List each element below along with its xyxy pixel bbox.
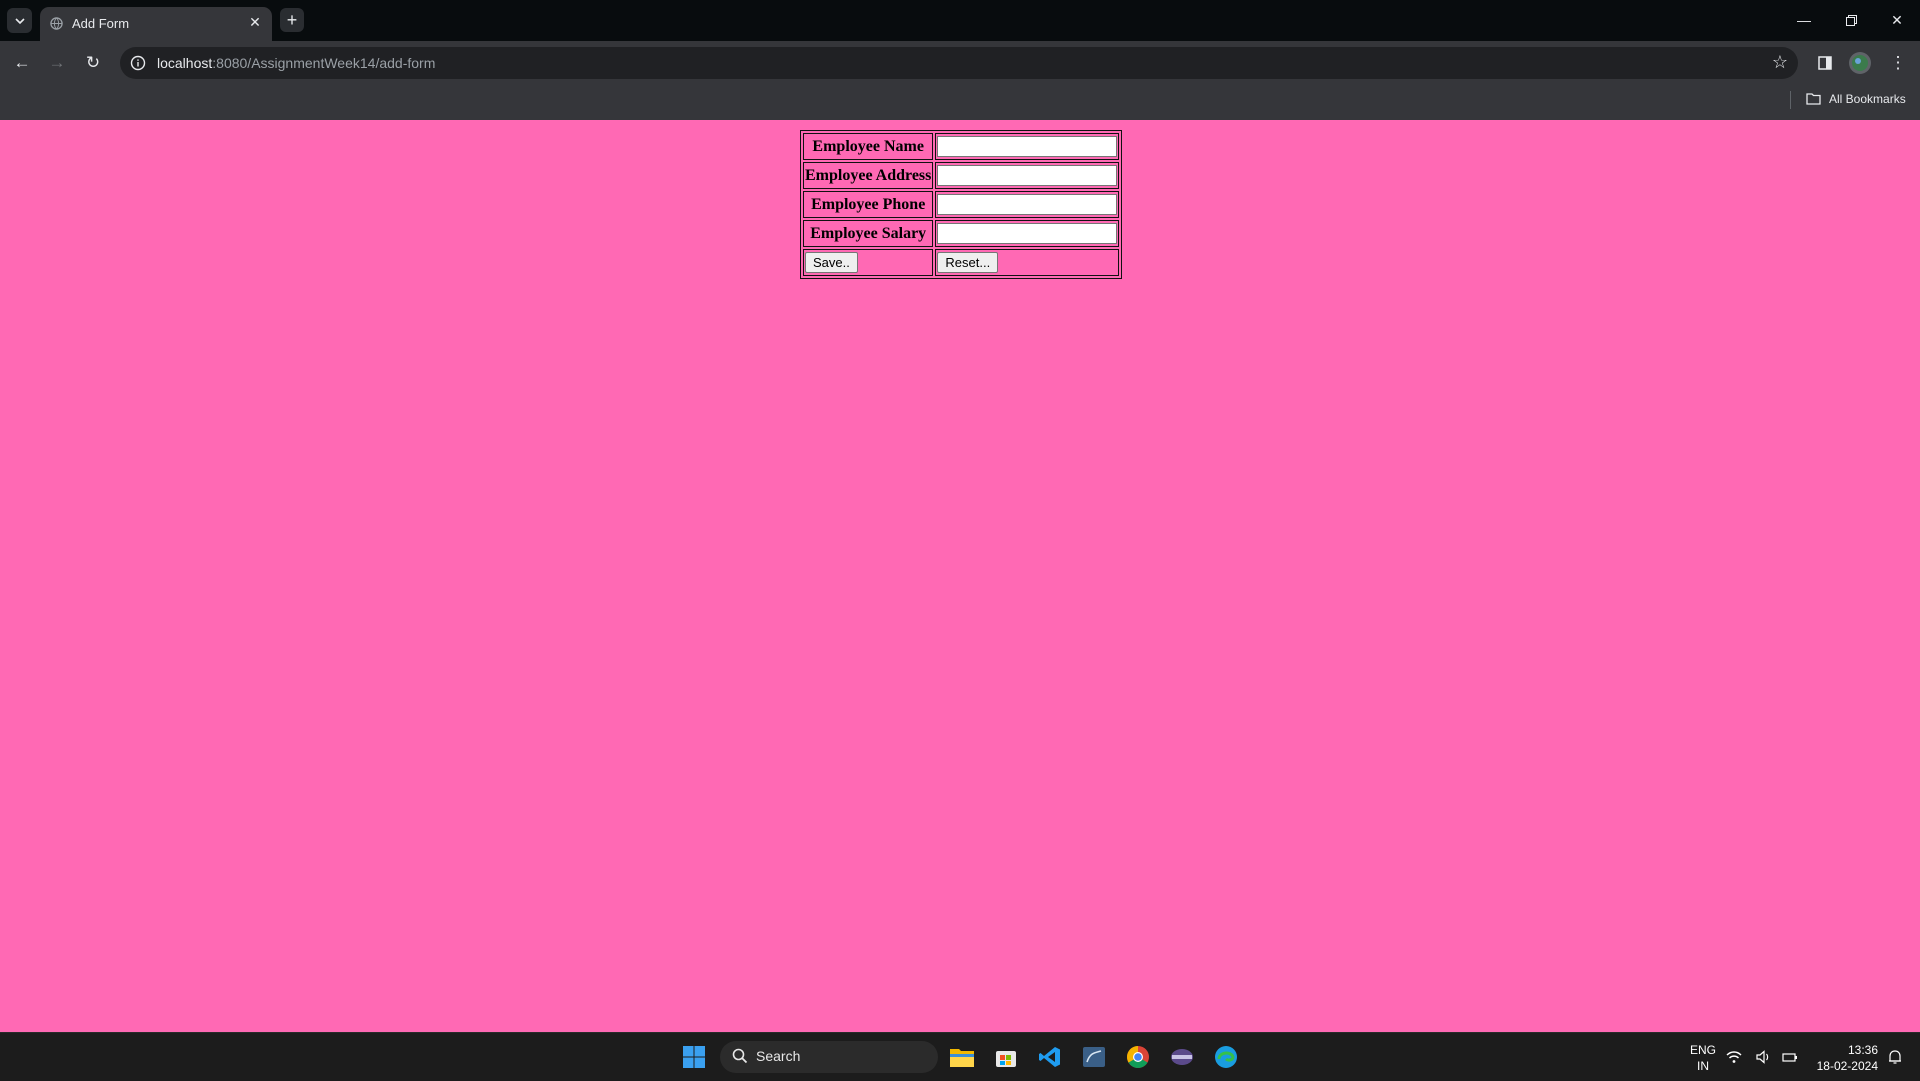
globe-icon	[50, 17, 63, 30]
forward-button[interactable]: →	[44, 50, 70, 76]
form-row: Employee Salary	[803, 220, 1120, 247]
reload-icon: ↻	[85, 53, 101, 72]
clock[interactable]: 13:36 18-02-2024	[1808, 1042, 1878, 1074]
employee-phone-label: Employee Phone	[803, 191, 934, 218]
url-host: localhost	[157, 55, 213, 71]
windows-taskbar: Search ENG IN 13:36 18-02-2024	[0, 1032, 1920, 1081]
taskbar-search[interactable]: Search	[720, 1041, 938, 1073]
employee-address-label: Employee Address	[803, 162, 934, 189]
region-code: IN	[1697, 1059, 1709, 1073]
start-button[interactable]	[678, 1041, 710, 1073]
chevron-down-icon	[14, 17, 25, 24]
search-icon	[732, 1048, 748, 1064]
employee-salary-label: Employee Salary	[803, 220, 934, 247]
employee-form: Employee Name Employee Address Employee …	[800, 130, 1123, 279]
back-button[interactable]: ←	[9, 50, 35, 76]
tab-search-button[interactable]	[7, 8, 32, 33]
file-explorer-icon	[950, 1049, 974, 1067]
form-row: Employee Address	[803, 162, 1120, 189]
form-actions-row: Save.. Reset...	[803, 249, 1120, 276]
profile-button[interactable]	[1847, 50, 1873, 76]
taskbar-mysql[interactable]	[1078, 1041, 1110, 1073]
bell-icon[interactable]	[1884, 1041, 1906, 1073]
side-panel-button[interactable]	[1812, 50, 1838, 76]
restore-button[interactable]	[1836, 6, 1866, 34]
save-button[interactable]: Save..	[805, 252, 858, 273]
employee-address-input[interactable]	[937, 165, 1118, 186]
star-icon[interactable]: ☆	[1772, 52, 1788, 73]
restore-icon	[1845, 14, 1857, 26]
folder-icon	[1806, 93, 1821, 105]
plus-icon: +	[286, 9, 298, 30]
language-code: ENG	[1689, 1043, 1716, 1057]
close-icon: ✕	[1891, 11, 1903, 28]
mysql-icon	[1083, 1047, 1105, 1067]
input-language[interactable]: ENG IN	[1688, 1042, 1718, 1074]
forward-icon: →	[48, 53, 66, 72]
taskbar-store[interactable]	[990, 1041, 1022, 1073]
bookmarks-divider	[1790, 91, 1791, 109]
volume-icon[interactable]	[1754, 1041, 1774, 1073]
taskbar-file-explorer[interactable]	[946, 1041, 978, 1073]
reload-button[interactable]: ↻	[80, 50, 106, 76]
wifi-icon[interactable]	[1724, 1041, 1744, 1073]
employee-name-input[interactable]	[937, 136, 1118, 157]
tab-title: Add Form	[72, 16, 130, 31]
battery-icon[interactable]	[1780, 1041, 1800, 1073]
address-bar[interactable]: localhost:8080/AssignmentWeek14/add-form…	[120, 47, 1798, 79]
url-text[interactable]: localhost:8080/AssignmentWeek14/add-form	[157, 55, 435, 71]
all-bookmarks-button[interactable]: All Bookmarks	[1806, 92, 1906, 106]
employee-name-label: Employee Name	[803, 133, 934, 160]
more-menu-button[interactable]: ⋮	[1885, 50, 1911, 76]
form-row: Employee Phone	[803, 191, 1120, 218]
store-icon	[996, 1051, 1016, 1067]
bookmarks-bar: All Bookmarks	[0, 83, 1920, 120]
search-label: Search	[756, 1048, 801, 1064]
side-panel-icon	[1818, 56, 1832, 70]
vscode-icon	[1039, 1047, 1060, 1067]
taskbar-chrome[interactable]	[1122, 1041, 1154, 1073]
windows-icon	[683, 1046, 705, 1068]
app-icon	[1171, 1049, 1193, 1065]
edge-icon	[1215, 1046, 1237, 1068]
all-bookmarks-label: All Bookmarks	[1829, 92, 1906, 106]
url-path: :8080/AssignmentWeek14/add-form	[212, 55, 436, 71]
new-tab-button[interactable]: +	[280, 8, 304, 32]
back-icon: ←	[13, 53, 31, 72]
browser-titlebar: Add Form ✕ + — ✕	[0, 0, 1920, 41]
chrome-icon	[1127, 1046, 1149, 1068]
more-icon: ⋮	[1889, 53, 1907, 72]
minimize-button[interactable]: —	[1789, 6, 1819, 34]
employee-salary-input[interactable]	[937, 223, 1118, 244]
taskbar-vscode[interactable]	[1034, 1041, 1066, 1073]
reset-button[interactable]: Reset...	[937, 252, 999, 273]
clock-time: 13:36	[1847, 1043, 1878, 1057]
employee-phone-input[interactable]	[937, 194, 1118, 215]
form-row: Employee Name	[803, 133, 1120, 160]
close-window-button[interactable]: ✕	[1882, 6, 1912, 34]
clock-date: 18-02-2024	[1816, 1059, 1878, 1073]
taskbar-app[interactable]	[1166, 1041, 1198, 1073]
browser-toolbar: ← → ↻ localhost:8080/AssignmentWeek14/ad…	[0, 41, 1920, 83]
minimize-icon: —	[1797, 12, 1811, 28]
taskbar-edge[interactable]	[1210, 1041, 1242, 1073]
tab-add-form[interactable]: Add Form ✕	[40, 7, 272, 41]
profile-icon	[1849, 52, 1871, 74]
close-icon[interactable]: ✕	[246, 13, 264, 31]
info-icon[interactable]	[130, 55, 146, 71]
